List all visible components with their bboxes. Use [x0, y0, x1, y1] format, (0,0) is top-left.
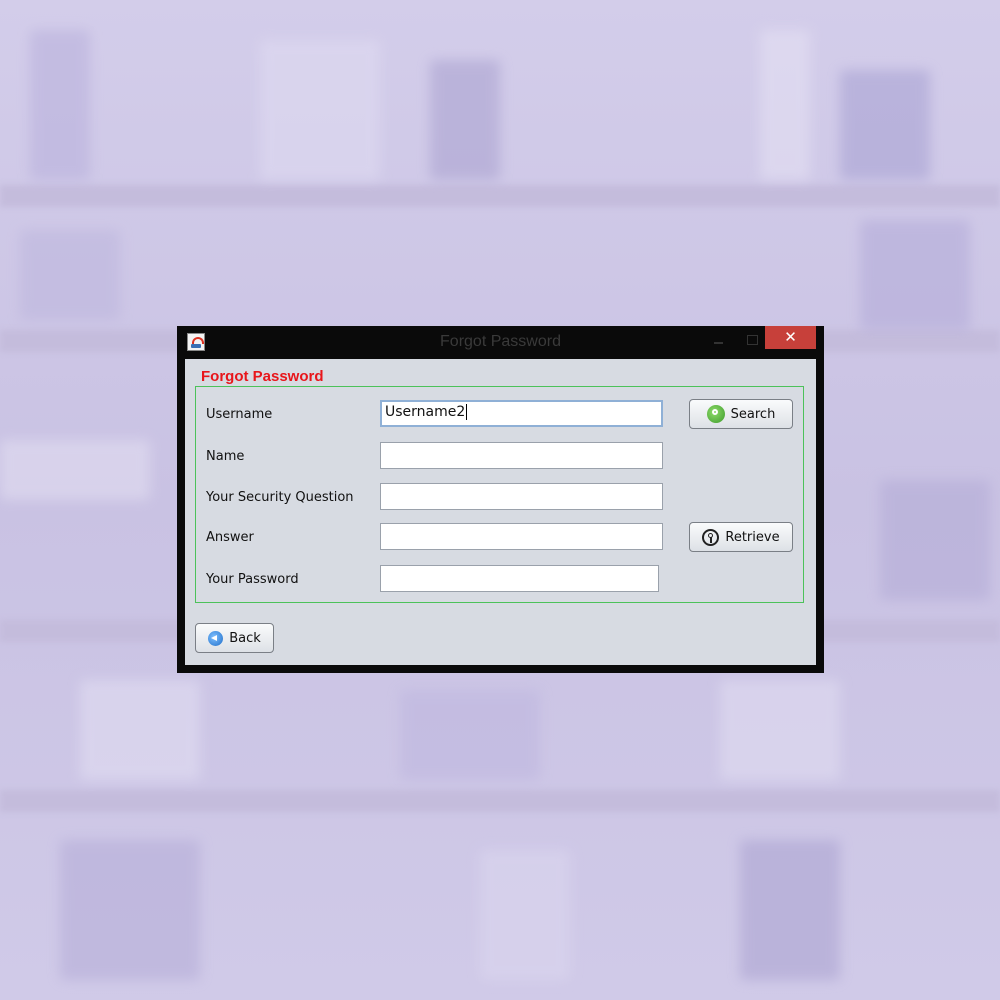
form-group-box: Username Username2 Name Your Security Qu… — [195, 386, 804, 603]
back-button-label: Back — [229, 630, 261, 646]
section-title: Forgot Password — [201, 368, 324, 385]
dialog-content: Forgot Password Username Username2 Name … — [185, 359, 816, 665]
search-icon — [706, 405, 725, 423]
name-label: Name — [206, 449, 245, 464]
answer-field[interactable] — [380, 523, 663, 550]
forgot-password-window: Forgot Password ✕ Forgot Password Userna… — [177, 326, 824, 673]
retrieve-button[interactable]: Retrieve — [689, 522, 793, 552]
maximize-button[interactable] — [740, 334, 764, 350]
text-caret — [466, 404, 468, 420]
security-question-label: Your Security Question — [206, 490, 354, 505]
close-button[interactable]: ✕ — [765, 326, 816, 349]
security-question-field[interactable] — [380, 483, 663, 510]
retrieve-button-label: Retrieve — [725, 529, 780, 545]
title-bar[interactable]: Forgot Password ✕ — [177, 326, 824, 359]
password-field[interactable] — [380, 565, 659, 592]
back-button[interactable]: Back — [195, 623, 274, 653]
password-label: Your Password — [206, 572, 299, 587]
username-value: Username2 — [385, 404, 466, 420]
search-button-label: Search — [730, 406, 776, 422]
back-arrow-icon — [208, 630, 224, 646]
name-field[interactable] — [380, 442, 663, 469]
username-label: Username — [206, 407, 273, 422]
username-field[interactable]: Username2 — [380, 400, 663, 427]
minimize-button[interactable] — [707, 334, 731, 350]
answer-label: Answer — [206, 530, 254, 545]
key-icon — [702, 528, 720, 546]
close-icon: ✕ — [784, 328, 797, 346]
search-button[interactable]: Search — [689, 399, 793, 429]
